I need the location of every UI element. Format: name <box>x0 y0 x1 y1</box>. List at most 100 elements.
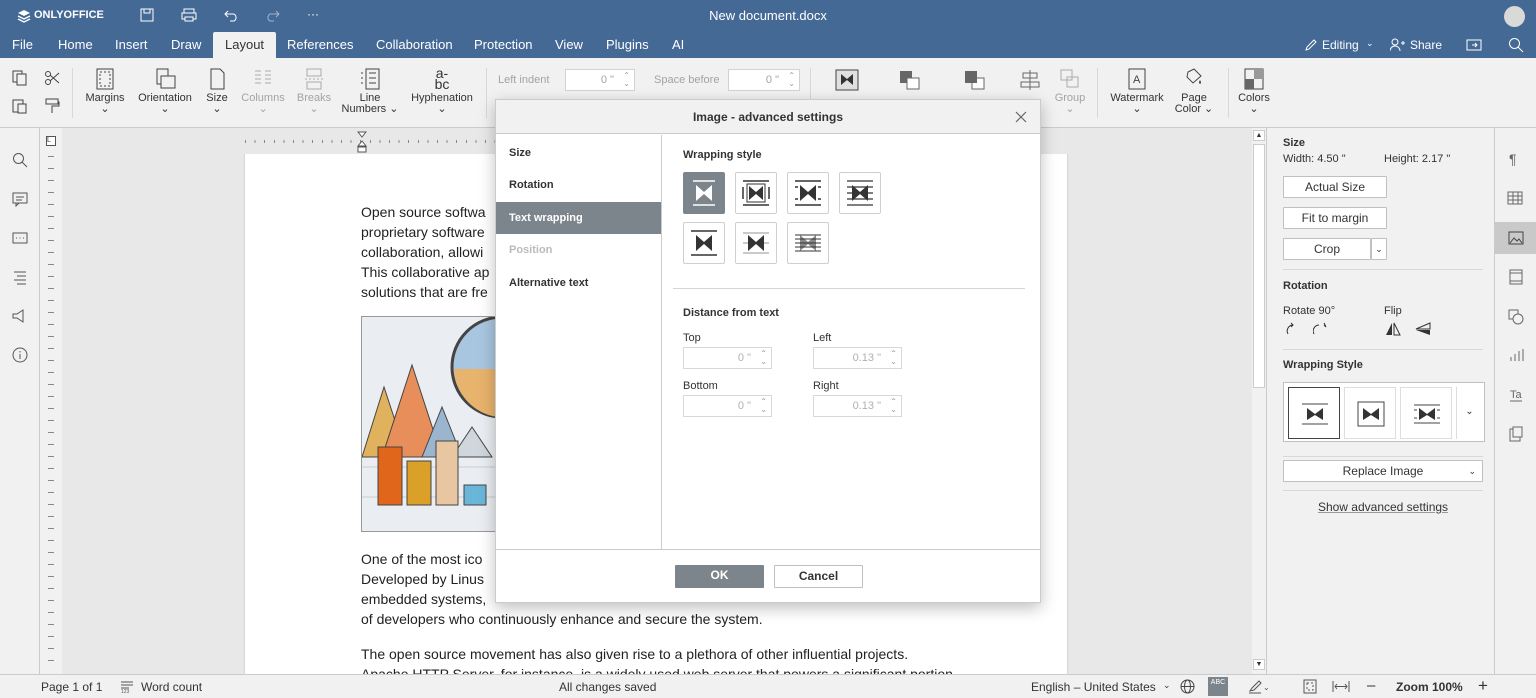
nav-position[interactable]: Position <box>496 234 661 266</box>
watermark-button[interactable]: A Watermark ⌄ <box>1106 68 1168 115</box>
rotate-ccw-icon[interactable] <box>1285 322 1299 336</box>
zoom-out-icon[interactable]: – <box>1367 677 1375 694</box>
search-icon[interactable] <box>1508 37 1524 53</box>
crop-button[interactable]: Crop <box>1283 238 1371 260</box>
crop-dropdown-icon[interactable]: ⌄ <box>1371 238 1387 260</box>
language-selector[interactable]: English – United States <box>1031 680 1156 694</box>
wrapping-more-icon[interactable]: ⌄ <box>1456 387 1482 439</box>
wrap-through-button[interactable] <box>839 172 881 214</box>
avatar[interactable] <box>1504 6 1525 27</box>
breaks-button[interactable]: Breaks ⌄ <box>292 68 336 115</box>
rotate-cw-icon[interactable] <box>1313 322 1327 336</box>
menu-home[interactable]: Home <box>50 32 101 58</box>
wrap-tight-option[interactable] <box>1400 387 1452 439</box>
menu-file[interactable]: File <box>4 32 41 58</box>
nav-rotation[interactable]: Rotation <box>496 169 661 201</box>
menu-draw[interactable]: Draw <box>163 32 209 58</box>
orientation-button[interactable]: Orientation ⌄ <box>134 68 196 115</box>
page-color-button[interactable]: Page Color ⌄ <box>1172 68 1216 115</box>
wrap-square-option[interactable] <box>1344 387 1396 439</box>
wrap-square-button[interactable] <box>735 172 777 214</box>
right-distance-input[interactable]: 0.13 " ⌃ ⌄ <box>813 395 902 417</box>
nav-text-wrapping[interactable]: Text wrapping <box>496 202 661 234</box>
flip-horizontal-icon[interactable] <box>1385 322 1401 336</box>
ok-button[interactable]: OK <box>675 565 764 588</box>
indent-marker-icon[interactable] <box>357 131 367 153</box>
hyphenation-button[interactable]: a-bc Hyphenation ⌄ <box>406 66 478 115</box>
scroll-down-icon[interactable]: ▼ <box>1253 659 1265 670</box>
actual-size-button[interactable]: Actual Size <box>1283 176 1387 198</box>
fit-page-icon[interactable] <box>1303 679 1317 694</box>
more-icon[interactable]: ··· <box>307 7 319 21</box>
header-footer-icon[interactable] <box>1509 269 1523 285</box>
table-settings-icon[interactable] <box>1507 191 1523 205</box>
find-icon[interactable] <box>12 152 28 168</box>
wrap-in-front-button[interactable] <box>735 222 777 264</box>
menu-view[interactable]: View <box>547 32 591 58</box>
zoom-level[interactable]: Zoom 100% <box>1396 680 1463 694</box>
vertical-scrollbar[interactable]: ▲ ▼ <box>1252 128 1266 674</box>
redo-icon[interactable] <box>264 8 280 22</box>
bring-forward-icon[interactable] <box>898 69 922 91</box>
wrap-top-bottom-button[interactable] <box>683 222 725 264</box>
menu-protection[interactable]: Protection <box>466 32 541 58</box>
undo-icon[interactable] <box>224 8 240 22</box>
chat-icon[interactable] <box>12 230 28 246</box>
fit-to-margin-button[interactable]: Fit to margin <box>1283 207 1387 229</box>
wrap-inline-button[interactable] <box>683 172 725 214</box>
wrap-behind-button[interactable] <box>787 222 829 264</box>
page-count[interactable]: Page 1 of 1 <box>41 680 102 694</box>
copy-icon[interactable] <box>12 70 28 86</box>
text-art-icon[interactable]: Ta <box>1509 387 1523 403</box>
top-distance-input[interactable]: 0 " ⌃ ⌄ <box>683 347 772 369</box>
menu-layout[interactable]: Layout <box>213 32 277 58</box>
wrap-inline-option[interactable] <box>1288 387 1340 439</box>
save-icon[interactable] <box>140 8 154 22</box>
shape-settings-icon[interactable] <box>1508 309 1524 325</box>
paragraph-settings-icon[interactable]: ¶ <box>1509 151 1517 167</box>
nav-alternative-text[interactable]: Alternative text <box>496 267 661 299</box>
line-numbers-button[interactable]: Line Numbers ⌄ <box>340 68 400 115</box>
chart-settings-icon[interactable] <box>1509 348 1525 362</box>
menu-references[interactable]: References <box>279 32 361 58</box>
flip-vertical-icon[interactable] <box>1415 322 1431 336</box>
scroll-up-icon[interactable]: ▲ <box>1253 130 1265 141</box>
replace-image-button[interactable]: Replace Image ⌄ <box>1283 460 1483 482</box>
track-changes-icon[interactable]: ⌄ <box>1248 679 1270 694</box>
print-icon[interactable] <box>181 8 197 22</box>
align-icon[interactable] <box>1018 69 1042 91</box>
navigation-icon[interactable] <box>12 269 28 285</box>
colors-button[interactable]: Colors ⌄ <box>1236 68 1272 115</box>
selected-image[interactable] <box>361 316 497 532</box>
scroll-thumb[interactable] <box>1253 144 1265 388</box>
menu-collaboration[interactable]: Collaboration <box>368 32 461 58</box>
menu-ai[interactable]: AI <box>664 32 692 58</box>
columns-button[interactable]: Columns ⌄ <box>238 68 288 115</box>
send-backward-icon[interactable] <box>963 69 987 91</box>
menu-insert[interactable]: Insert <box>107 32 156 58</box>
left-distance-input[interactable]: 0.13 " ⌃ ⌄ <box>813 347 902 369</box>
margins-button[interactable]: Margins ⌄ <box>80 68 130 115</box>
image-settings-tab[interactable] <box>1495 222 1536 254</box>
fit-width-icon[interactable] <box>1332 679 1350 694</box>
wrapping-toolbar-icon[interactable] <box>835 69 859 91</box>
about-icon[interactable] <box>12 347 28 363</box>
globe-icon[interactable] <box>1180 679 1195 694</box>
feedback-icon[interactable] <box>12 308 28 324</box>
left-indent-input[interactable]: 0 " ⌃ ⌄ <box>565 69 635 91</box>
bottom-distance-input[interactable]: 0 " ⌃ ⌄ <box>683 395 772 417</box>
group-button[interactable]: Group ⌄ <box>1050 68 1090 115</box>
menu-plugins[interactable]: Plugins <box>598 32 657 58</box>
tab-stop-icon[interactable]: L <box>46 136 56 146</box>
zoom-in-icon[interactable]: + <box>1478 676 1488 696</box>
size-button[interactable]: Size ⌄ <box>202 68 232 115</box>
space-before-input[interactable]: 0 " ⌃ ⌄ <box>728 69 800 91</box>
word-count-button[interactable]: Word count <box>141 680 202 694</box>
form-settings-icon[interactable] <box>1509 426 1523 442</box>
comments-icon[interactable] <box>12 191 28 207</box>
wrapping-style-picker[interactable]: ⌄ <box>1283 382 1485 442</box>
word-count-icon[interactable]: 123 <box>120 680 134 694</box>
open-location-icon[interactable] <box>1466 38 1482 52</box>
nav-size[interactable]: Size <box>496 137 661 169</box>
cancel-button[interactable]: Cancel <box>774 565 863 588</box>
